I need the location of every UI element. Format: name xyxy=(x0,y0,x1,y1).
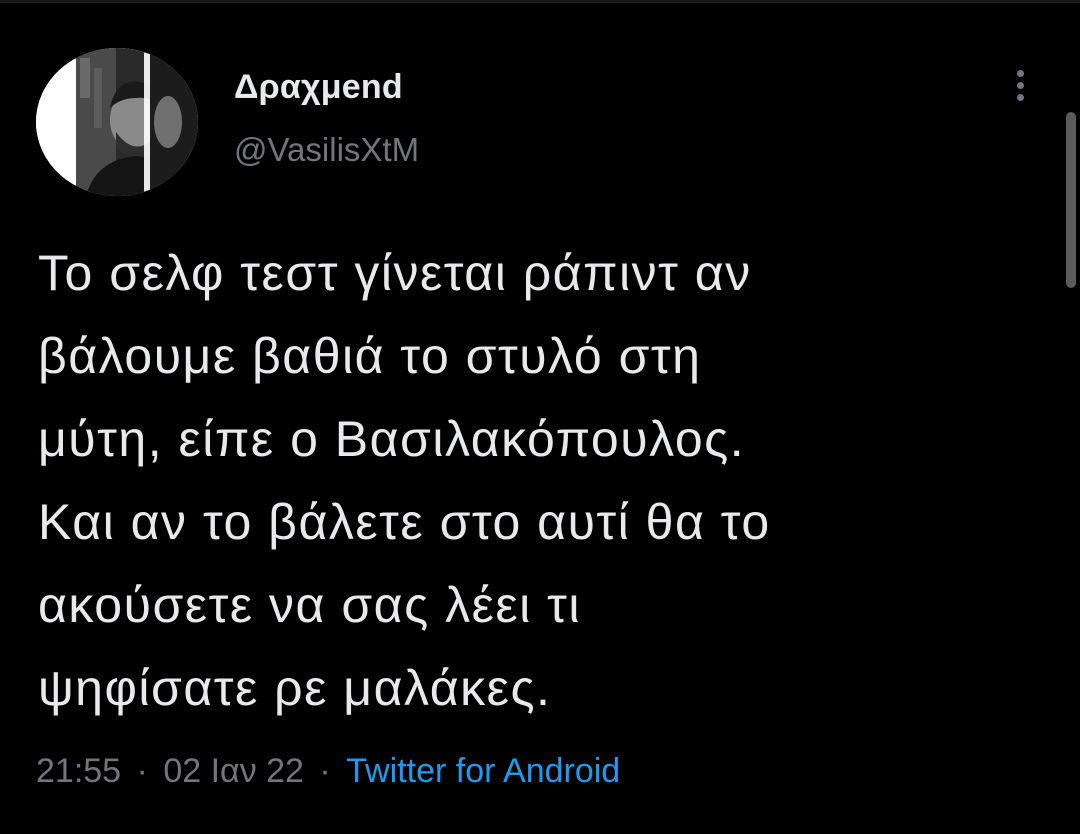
top-divider xyxy=(0,0,1080,3)
tweet-text-line: μύτη, είπε ο Βασιλακόπουλος. xyxy=(38,411,746,467)
author-handle[interactable]: @VasilisXtM xyxy=(234,131,419,169)
tweet-meta: 21:55 · 02 Ιαν 22 · Twitter for Android xyxy=(36,752,620,791)
profile-photo-icon xyxy=(36,48,198,196)
avatar[interactable] xyxy=(36,48,198,196)
meta-separator: · xyxy=(319,752,331,790)
tweet-source-link[interactable]: Twitter for Android xyxy=(346,752,620,790)
more-vertical-icon[interactable] xyxy=(1006,70,1034,110)
tweet-text-line: ακούσετε να σας λέει τι xyxy=(38,577,582,633)
meta-separator: · xyxy=(136,752,148,790)
tweet-time[interactable]: 21:55 xyxy=(36,752,121,790)
tweet-text: Το σελφ τεστ γίνεται ράπιντ αν βάλουμε β… xyxy=(38,232,1048,730)
more-dot xyxy=(1016,94,1024,101)
more-dot xyxy=(1016,70,1024,77)
tweet-text-line: ψηφίσατε ρε μαλάκες. xyxy=(38,660,552,716)
author-display-name[interactable]: Δραχμend xyxy=(234,68,403,107)
tweet-date[interactable]: 02 Ιαν 22 xyxy=(163,752,304,790)
tweet-text-line: Και αν το βάλετε στο αυτί θα το xyxy=(38,494,771,550)
more-dot xyxy=(1016,82,1024,89)
scrollbar[interactable] xyxy=(1066,112,1076,288)
tweet-text-line: βάλουμε βαθιά το στυλό στη xyxy=(38,328,702,384)
tweet-text-line: Το σελφ τεστ γίνεται ράπιντ αν xyxy=(38,245,752,301)
